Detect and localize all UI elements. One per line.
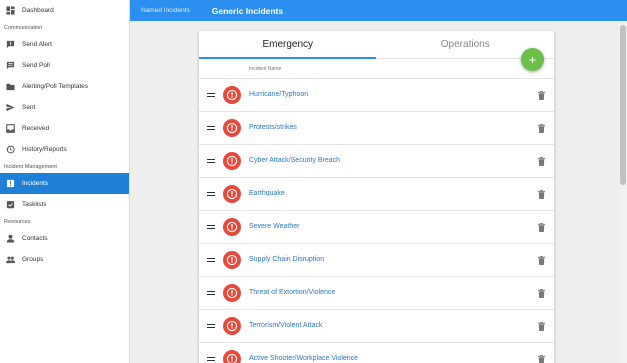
incident-name-link[interactable]: Supply Chain Disruption — [249, 256, 324, 263]
nav-history-label: History/Reports — [22, 146, 67, 153]
nav-contacts[interactable]: Contacts — [0, 228, 129, 249]
drag-handle-icon[interactable] — [207, 192, 215, 197]
incident-name-link[interactable]: Active Shooter/Workplace Violence — [249, 355, 358, 362]
nav-sent-label: Sent — [22, 104, 36, 111]
alert-icon — [223, 185, 241, 203]
nav-dashboard[interactable]: Dashboard — [0, 0, 129, 21]
drag-handle-icon[interactable] — [207, 93, 215, 98]
incident-row[interactable]: Severe Weather — [199, 211, 554, 244]
delete-icon[interactable] — [538, 190, 545, 199]
incident-name-link[interactable]: Hurricane/Typhoon — [249, 91, 308, 98]
incident-row[interactable]: Active Shooter/Workplace Violence — [199, 343, 554, 363]
delete-icon[interactable] — [538, 355, 545, 363]
nav-incidents[interactable]: Incidents — [0, 173, 129, 194]
section-resources: Resources — [4, 218, 31, 225]
sidebar: Dashboard Communication Send Alert Send … — [0, 0, 130, 363]
nav-sent[interactable]: Sent — [0, 97, 129, 118]
incident-list: Hurricane/Typhoon Protests/strikes Cyber A… — [199, 79, 554, 363]
nav-send-poll-label: Send Poll — [22, 62, 50, 69]
nav-tasklists[interactable]: Tasklists — [0, 194, 129, 215]
drag-handle-icon[interactable] — [207, 291, 215, 296]
delete-icon[interactable] — [538, 256, 545, 265]
tab-emergency[interactable]: Emergency — [199, 31, 377, 58]
breadcrumb[interactable]: Named Incidents — [141, 7, 190, 14]
nav-history[interactable]: History/Reports — [0, 139, 129, 160]
nav-templates[interactable]: Alerting/Poll Templates — [0, 76, 129, 97]
alert-icon — [223, 119, 241, 137]
top-bar: Named Incidents Generic Incidents — [130, 0, 627, 21]
nav-send-alert-label: Send Alert — [22, 41, 52, 48]
inbox-icon — [5, 124, 15, 134]
history-icon — [5, 145, 15, 155]
delete-icon[interactable] — [538, 322, 545, 331]
drag-handle-icon[interactable] — [207, 258, 215, 263]
nav-groups-label: Groups — [22, 256, 44, 263]
incident-name-link[interactable]: Terrorism/Violent Attack — [249, 322, 322, 329]
nav-received-label: Received — [22, 125, 50, 132]
incident-row[interactable]: Protests/strikes — [199, 112, 554, 145]
send-icon — [5, 103, 15, 113]
alert-message-icon — [5, 40, 15, 50]
delete-icon[interactable] — [538, 91, 545, 100]
checklist-icon — [5, 200, 15, 210]
page-scrollbar[interactable] — [619, 21, 627, 363]
nav-contacts-label: Contacts — [22, 235, 48, 242]
alert-icon — [223, 251, 241, 269]
section-communication: Communication — [4, 24, 43, 31]
nav-tasklists-label: Tasklists — [22, 201, 47, 208]
nav-groups[interactable]: Groups — [0, 249, 129, 270]
nav-incidents-label: Incidents — [22, 180, 49, 187]
nav-templates-label: Alerting/Poll Templates — [22, 83, 88, 90]
folder-icon — [5, 82, 15, 92]
nav-send-alert[interactable]: Send Alert — [0, 34, 129, 55]
nav-send-poll[interactable]: Send Poll — [0, 55, 129, 76]
section-incident-management: Incident Management — [4, 163, 57, 170]
alert-icon — [223, 152, 241, 170]
alert-icon — [223, 350, 241, 363]
nav-received[interactable]: Received — [0, 118, 129, 139]
active-tab-indicator — [199, 57, 376, 59]
incident-name-link[interactable]: Cyber Attack/Security Breach — [249, 157, 340, 164]
delete-icon[interactable] — [538, 289, 545, 298]
incident-row[interactable]: Earthquake — [199, 178, 554, 211]
tab-bar: Emergency Operations — [199, 31, 554, 59]
drag-handle-icon[interactable] — [207, 159, 215, 164]
drag-handle-icon[interactable] — [207, 324, 215, 329]
drag-handle-icon[interactable] — [207, 225, 215, 230]
scrollbar-thumb[interactable] — [620, 25, 626, 185]
group-icon — [5, 255, 15, 265]
column-header-incident-name: Incident Name — [199, 59, 554, 79]
incident-row[interactable]: Terrorism/Violent Attack — [199, 310, 554, 343]
delete-icon[interactable] — [538, 157, 545, 166]
incident-name-link[interactable]: Severe Weather — [249, 223, 299, 230]
drag-handle-icon[interactable] — [207, 126, 215, 131]
page-title: Generic Incidents — [211, 5, 284, 16]
delete-icon[interactable] — [538, 223, 545, 232]
alert-icon — [223, 284, 241, 302]
add-incident-button[interactable]: + — [521, 48, 544, 71]
incident-row[interactable]: Threat of Extortion/Violence — [199, 277, 554, 310]
alert-icon — [223, 86, 241, 104]
incident-row[interactable]: Supply Chain Disruption — [199, 244, 554, 277]
delete-icon[interactable] — [538, 124, 545, 133]
alert-icon — [223, 317, 241, 335]
incident-row[interactable]: Hurricane/Typhoon — [199, 79, 554, 112]
incident-row[interactable]: Cyber Attack/Security Breach — [199, 145, 554, 178]
incident-name-link[interactable]: Threat of Extortion/Violence — [249, 289, 335, 296]
alert-icon — [223, 218, 241, 236]
drag-handle-icon[interactable] — [207, 357, 215, 362]
nav-dashboard-label: Dashboard — [22, 7, 54, 14]
poll-message-icon — [5, 61, 15, 71]
incident-icon — [5, 179, 15, 189]
person-icon — [5, 234, 15, 244]
incident-name-link[interactable]: Protests/strikes — [249, 124, 297, 131]
dashboard-icon — [5, 6, 15, 16]
incident-name-link[interactable]: Earthquake — [249, 190, 285, 197]
incidents-card: Emergency Operations + Incident Name Hur… — [199, 31, 554, 363]
